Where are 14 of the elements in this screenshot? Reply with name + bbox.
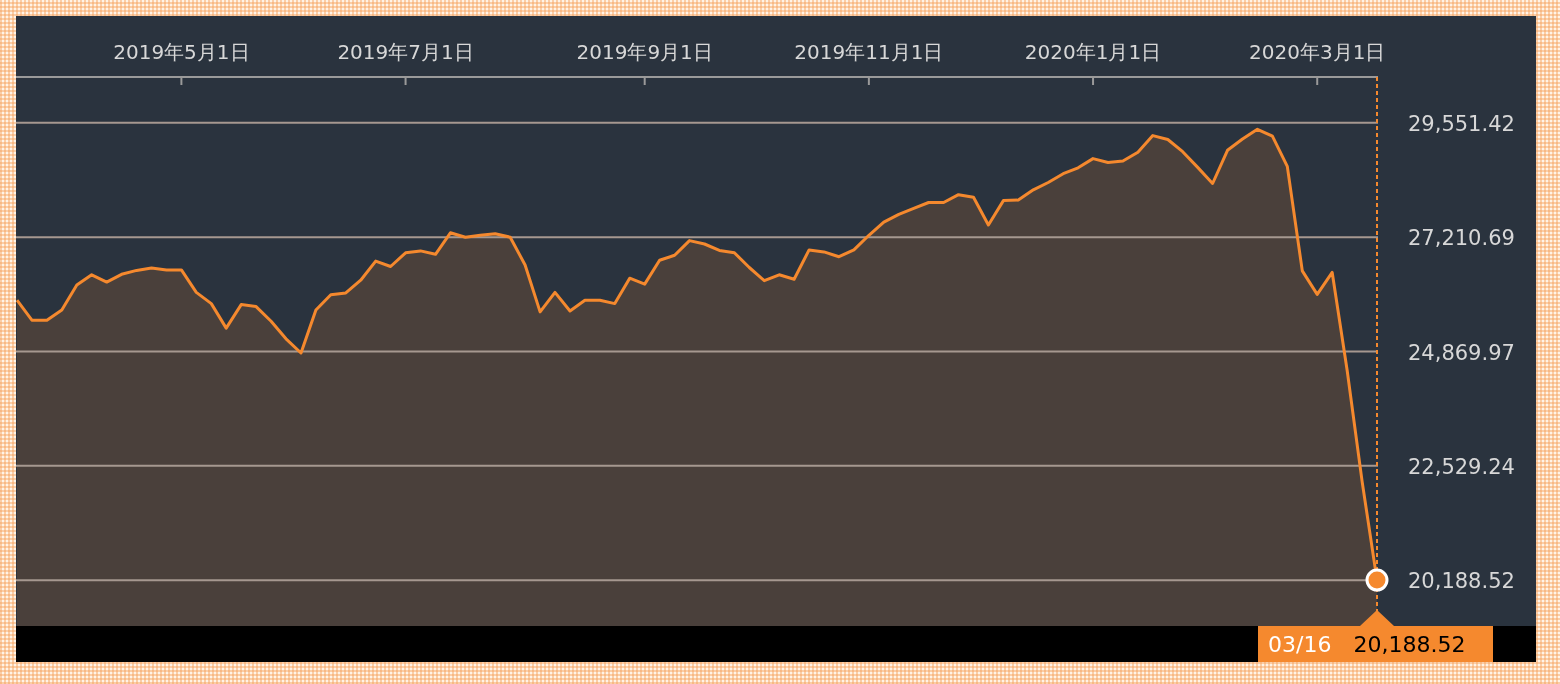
axis-label: 2019年11月1日 [794, 40, 944, 64]
axis-label: 20,188.52 [1408, 569, 1515, 594]
current-point-marker [1365, 568, 1389, 592]
axis-label: 2019年7月1日 [337, 40, 474, 64]
tooltip-date: 03/16 [1268, 631, 1332, 657]
axis-label: 22,529.24 [1408, 454, 1515, 479]
axis-label: 2020年3月1日 [1249, 40, 1386, 64]
axis-label: 2020年1月1日 [1024, 40, 1162, 64]
axis-label: 24,869.97 [1408, 340, 1515, 365]
tooltip-value: 20,188.52 [1353, 631, 1466, 657]
axis-label: 27,210.69 [1408, 226, 1515, 251]
axis-label: 2019年9月1日 [576, 40, 713, 64]
axis-label: 29,551.42 [1408, 111, 1515, 136]
axis-label: 2019年5月1日 [113, 40, 250, 64]
